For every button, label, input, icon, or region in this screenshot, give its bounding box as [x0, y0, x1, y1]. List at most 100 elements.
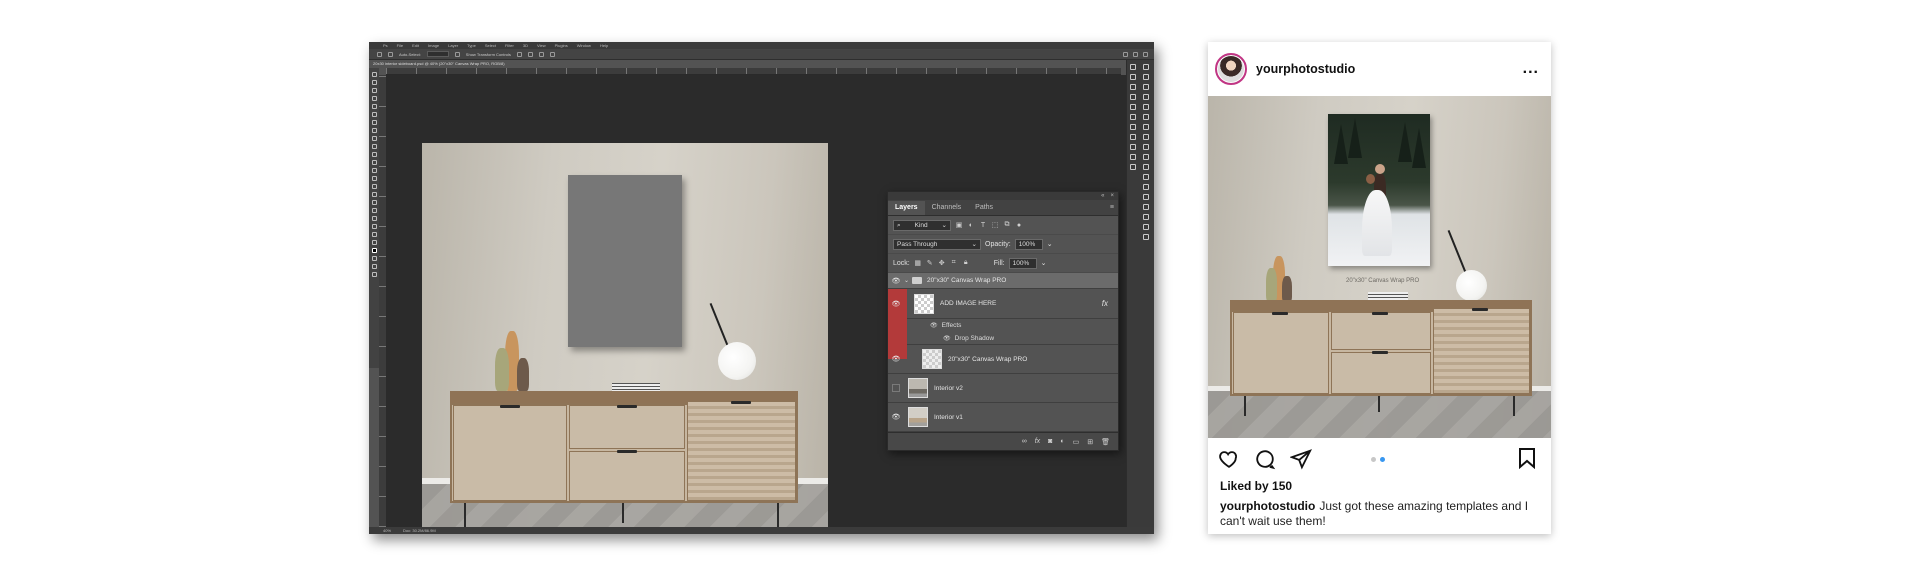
distribute-icon[interactable]: [549, 51, 555, 57]
paragraph-icon[interactable]: [1130, 134, 1136, 140]
healing-tool-icon[interactable]: [371, 128, 377, 133]
align-left-icon[interactable]: [516, 51, 522, 57]
gradient-tool-icon[interactable]: [371, 168, 377, 173]
dodge-tool-icon[interactable]: [371, 184, 377, 189]
fx-icon[interactable]: fx: [1035, 438, 1040, 445]
timeline-icon[interactable]: [1143, 154, 1149, 160]
lock-position-icon[interactable]: ✥: [938, 259, 946, 267]
layer-canvas-wrap[interactable]: 👁︎ 20"x30" Canvas Wrap PRO: [888, 345, 1118, 374]
bookmark-icon[interactable]: [1517, 447, 1537, 469]
document-tab[interactable]: 20x30 interior sideboard.psd @ 40% (20"x…: [369, 60, 529, 68]
adjustment-icon[interactable]: ◐: [1060, 438, 1064, 445]
document-canvas[interactable]: [422, 143, 828, 534]
filter-kind-dropdown[interactable]: ⌕ Kind ⌄: [893, 219, 951, 231]
eye-icon[interactable]: 👁︎: [888, 277, 904, 285]
quick-select-tool-icon[interactable]: [371, 96, 377, 101]
quick-mask-icon[interactable]: [371, 264, 377, 269]
menu-item-file[interactable]: File: [397, 42, 403, 49]
properties-icon[interactable]: [1130, 74, 1136, 80]
shapes-icon[interactable]: [1143, 194, 1149, 200]
frame-tool-icon[interactable]: [371, 112, 377, 117]
brush-tool-icon[interactable]: [371, 136, 377, 141]
character-icon[interactable]: [1130, 124, 1136, 130]
link-icon[interactable]: ∞: [1022, 438, 1027, 445]
layer-interior-v2[interactable]: Interior v2: [888, 374, 1118, 403]
libraries-icon[interactable]: [1130, 94, 1136, 100]
layer-add-image-here[interactable]: 👁︎ ADD IMAGE HERE fx: [888, 289, 1118, 359]
histogram-icon[interactable]: [1143, 134, 1149, 140]
history-icon[interactable]: [1130, 64, 1136, 70]
filter-toggle-icon[interactable]: ●: [1015, 222, 1023, 229]
chevron-down-icon[interactable]: ⌄: [1047, 240, 1053, 248]
more-tools-icon[interactable]: [371, 240, 377, 245]
mask-icon[interactable]: ◙: [1048, 438, 1052, 445]
share-icon[interactable]: [1290, 448, 1312, 470]
channels-icon[interactable]: [1143, 74, 1149, 80]
carousel-dot-2[interactable]: [1380, 457, 1385, 462]
panel-menu-icon[interactable]: ≡: [1110, 204, 1114, 211]
eye-hidden-icon[interactable]: [892, 384, 900, 392]
new-layer-icon[interactable]: ⊞: [1087, 438, 1093, 446]
close-panel-icon[interactable]: ×: [1110, 192, 1114, 200]
pen-tool-icon[interactable]: [371, 192, 377, 197]
fx-icon[interactable]: fx: [1102, 299, 1108, 308]
workspace-icon[interactable]: [1133, 51, 1138, 57]
menu-item-ps[interactable]: Ps: [383, 42, 388, 49]
shape-tool-icon[interactable]: [371, 216, 377, 221]
menu-item-type[interactable]: Type: [467, 42, 476, 49]
heart-icon[interactable]: [1218, 448, 1240, 470]
comments-icon[interactable]: [1143, 204, 1149, 210]
filter-pixel-icon[interactable]: ▣: [955, 221, 963, 229]
layer-interior-v1[interactable]: 👁︎ Interior v1: [888, 403, 1118, 432]
move-tool-icon[interactable]: [371, 72, 377, 77]
eraser-tool-icon[interactable]: [371, 160, 377, 165]
layers-icon[interactable]: [1143, 64, 1149, 70]
blur-tool-icon[interactable]: [371, 176, 377, 181]
fill-field[interactable]: 100%: [1008, 257, 1037, 269]
filter-type-icon[interactable]: T: [979, 222, 987, 229]
swatches-icon[interactable]: [1130, 114, 1136, 120]
canvas-area[interactable]: « × Layers Channels Paths ≡ ⌕ Kind ⌄ ▣ ◐…: [386, 75, 1126, 534]
tab-paths[interactable]: Paths: [968, 201, 1000, 215]
lasso-tool-icon[interactable]: [371, 88, 377, 93]
search-icon[interactable]: [1123, 51, 1128, 57]
paths-icon[interactable]: [1143, 84, 1149, 90]
blend-mode-dropdown[interactable]: Pass Through ⌄: [893, 238, 981, 250]
menu-item-image[interactable]: Image: [428, 42, 439, 49]
tool-presets-icon[interactable]: [1143, 184, 1149, 190]
type-tool-icon[interactable]: [371, 200, 377, 205]
filter-smart-object-icon[interactable]: ⧉: [1003, 221, 1011, 229]
zoom-tool-icon[interactable]: [371, 232, 377, 237]
post-image[interactable]: 20"x30" Canvas Wrap PRO: [1208, 96, 1551, 438]
screen-mode-icon[interactable]: [371, 272, 377, 277]
crop-tool-icon[interactable]: [371, 104, 377, 109]
eye-icon[interactable]: 👁︎: [888, 413, 904, 421]
lock-all-icon[interactable]: 🔒︎: [962, 259, 970, 267]
effects-row[interactable]: 👁︎ Effects: [888, 319, 1118, 332]
eyedropper-tool-icon[interactable]: [371, 120, 377, 125]
menu-item-layer[interactable]: Layer: [448, 42, 458, 49]
chevron-down-icon[interactable]: ⌄: [904, 277, 909, 284]
layer-group[interactable]: 👁︎ ⌄ 20"x30" Canvas Wrap PRO: [888, 273, 1118, 289]
align-center-icon[interactable]: [527, 51, 533, 57]
stamp-tool-icon[interactable]: [371, 144, 377, 149]
tab-layers[interactable]: Layers: [888, 201, 925, 215]
clone-source-icon[interactable]: [1143, 144, 1149, 150]
opacity-field[interactable]: 100%: [1014, 238, 1043, 250]
auto-select-dropdown[interactable]: Layer: [426, 51, 449, 66]
eye-icon[interactable]: 👁︎: [943, 335, 951, 342]
share-icon[interactable]: [1143, 51, 1148, 57]
styles-icon[interactable]: [1143, 174, 1149, 180]
username[interactable]: yourphotostudio: [1256, 62, 1355, 76]
avatar[interactable]: [1215, 53, 1247, 85]
hand-tool-icon[interactable]: [371, 224, 377, 229]
comment-icon[interactable]: [1254, 448, 1276, 470]
show-transform-checkbox[interactable]: [454, 51, 460, 57]
glyphs-icon[interactable]: [1130, 144, 1136, 150]
path-select-tool-icon[interactable]: [371, 208, 377, 213]
history-brush-icon[interactable]: [371, 152, 377, 157]
more-options-icon[interactable]: ...: [1523, 60, 1539, 78]
brushes-icon[interactable]: [1130, 104, 1136, 110]
menu-item-help[interactable]: Help: [600, 42, 608, 49]
menu-item-select[interactable]: Select: [485, 42, 496, 49]
